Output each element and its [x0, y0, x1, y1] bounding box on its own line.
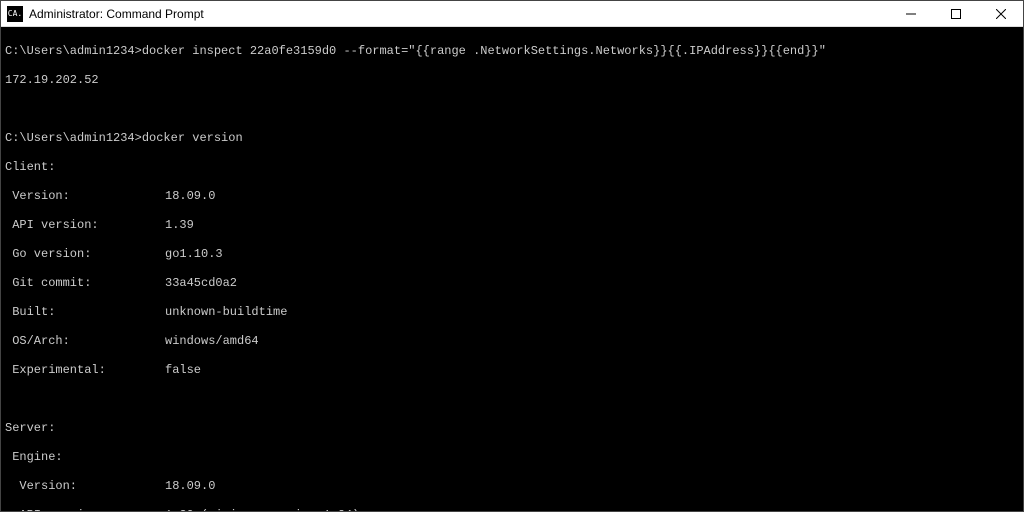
- close-icon: [996, 9, 1006, 19]
- label: Version:: [5, 479, 165, 494]
- value: 18.09.0: [165, 479, 215, 493]
- cmd-line-inspect: C:\Users\admin1234>docker inspect 22a0fe…: [5, 44, 1019, 59]
- value: 33a45cd0a2: [165, 276, 237, 290]
- cmd-icon-label: CA.: [8, 9, 22, 18]
- maximize-icon: [951, 9, 961, 19]
- value: 1.39 (minimum version 1.24): [165, 508, 359, 512]
- label: API version:: [5, 218, 165, 233]
- cmd-line-version: C:\Users\admin1234>docker version: [5, 131, 1019, 146]
- client-version: Version:18.09.0: [5, 189, 1019, 204]
- label: API version:: [5, 508, 165, 512]
- client-built: Built:unknown-buildtime: [5, 305, 1019, 320]
- client-header: Client:: [5, 160, 1019, 175]
- value: windows/amd64: [165, 334, 259, 348]
- cmd-inspect-text: docker inspect 22a0fe3159d0 --format="{{…: [142, 44, 826, 58]
- minimize-button[interactable]: [888, 1, 933, 27]
- window-title: Administrator: Command Prompt: [29, 7, 204, 21]
- command-prompt-window: CA. Administrator: Command Prompt C:\Use…: [0, 0, 1024, 512]
- maximize-button[interactable]: [933, 1, 978, 27]
- value: false: [165, 363, 201, 377]
- blank-line: [5, 102, 1019, 117]
- label: Version:: [5, 189, 165, 204]
- server-header: Server:: [5, 421, 1019, 436]
- label: Go version:: [5, 247, 165, 262]
- label: Built:: [5, 305, 165, 320]
- value: 18.09.0: [165, 189, 215, 203]
- label: Git commit:: [5, 276, 165, 291]
- cmd-version-text: docker version: [142, 131, 243, 145]
- client-git: Git commit:33a45cd0a2: [5, 276, 1019, 291]
- blank-line: [5, 392, 1019, 407]
- prompt: C:\Users\admin1234>: [5, 131, 142, 145]
- engine-header: Engine:: [5, 450, 1019, 465]
- client-go: Go version:go1.10.3: [5, 247, 1019, 262]
- client-os: OS/Arch:windows/amd64: [5, 334, 1019, 349]
- titlebar: CA. Administrator: Command Prompt: [1, 1, 1023, 27]
- cmd-icon: CA.: [7, 6, 23, 22]
- terminal-output[interactable]: C:\Users\admin1234>docker inspect 22a0fe…: [1, 27, 1023, 511]
- server-api: API version:1.39 (minimum version 1.24): [5, 508, 1019, 512]
- label: Experimental:: [5, 363, 165, 378]
- label: OS/Arch:: [5, 334, 165, 349]
- minimize-icon: [906, 9, 916, 19]
- client-api: API version:1.39: [5, 218, 1019, 233]
- prompt: C:\Users\admin1234>: [5, 44, 142, 58]
- client-exp: Experimental:false: [5, 363, 1019, 378]
- value: unknown-buildtime: [165, 305, 287, 319]
- inspect-output: 172.19.202.52: [5, 73, 1019, 88]
- close-button[interactable]: [978, 1, 1023, 27]
- server-version: Version:18.09.0: [5, 479, 1019, 494]
- value: 1.39: [165, 218, 194, 232]
- value: go1.10.3: [165, 247, 223, 261]
